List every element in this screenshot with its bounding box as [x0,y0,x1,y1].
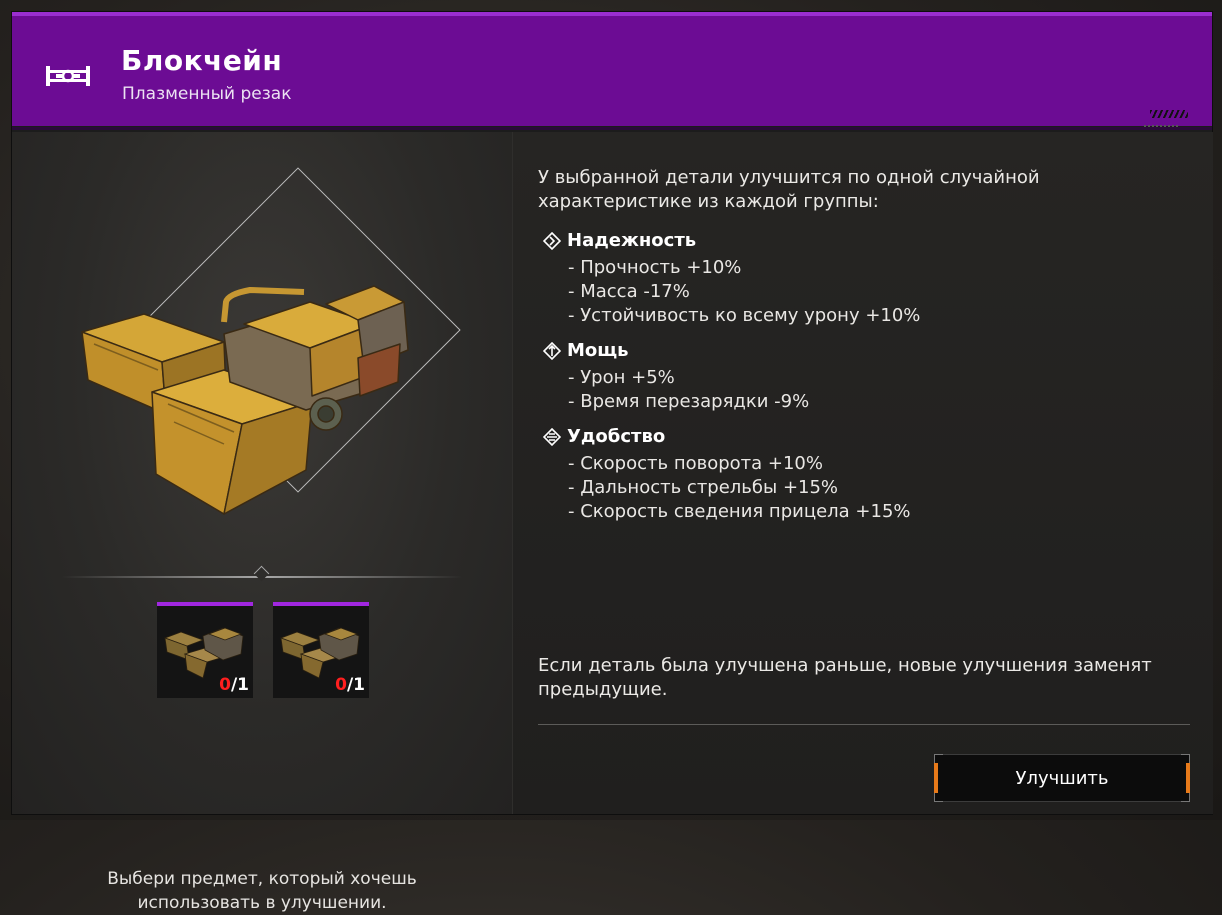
upgrade-intro-line: У выбранной детали улучшится по одной сл… [538,167,1040,188]
stat-line: - Урон +5% [568,367,675,388]
upgrade-note: Если деталь была улучшена раньше, новые … [538,654,1178,702]
slot-required-count: 1 [353,675,365,695]
weapon-cutter-icon [46,66,90,86]
button-corner [1181,793,1190,802]
preview-divider-notch [253,565,270,582]
button-corner [934,793,943,802]
header-hatch-decoration [1150,110,1188,118]
selection-hint-line: использовать в улучшении. [137,893,387,913]
upgrade-note-line: предыдущие. [538,679,668,700]
material-slot-2[interactable]: 0/1 [273,602,369,698]
power-icon [543,341,561,360]
selection-hint: Выбери предмет, который хочешь использов… [62,867,462,915]
item-header: Блокчейн Плазменный резак [12,12,1212,130]
action-divider [538,724,1190,725]
group-convenience: Удобство [543,426,665,447]
material-thumbnail [163,627,244,679]
upgrade-info-panel: У выбранной детали улучшится по одной сл… [512,132,1213,814]
plasma-cutter-image [81,285,409,515]
upgrade-intro: У выбранной детали улучшится по одной сл… [538,166,1158,214]
stat-line: - Скорость сведения прицела +15% [568,501,911,522]
group-power: Мощь [543,340,629,361]
stat-line: - Масса -17% [568,281,690,302]
header-dots-decoration [1144,125,1180,127]
material-thumbnail [279,627,360,679]
slot-current-count: 0 [219,675,231,695]
upgrade-button[interactable]: Улучшить [934,754,1190,802]
reliability-icon [543,231,561,250]
material-slot-1[interactable]: 0/1 [157,602,253,698]
stat-line: - Время перезарядки -9% [568,391,810,412]
stat-line: - Устойчивость ко всему урону +10% [568,305,921,326]
item-preview-panel: 0/1 0/1 Выбери предмет, который хочешь и… [12,132,512,913]
item-subtitle: Плазменный резак [122,84,292,104]
upgrade-window: Блокчейн Плазменный резак 0/1 0/1 Выбери… [12,12,1213,913]
item-title: Блокчейн [121,44,283,77]
button-accent-left [934,763,938,793]
slot-count: 0/1 [335,675,365,695]
upgrade-intro-line: характеристике из каждой группы: [538,191,879,212]
slot-count: 0/1 [219,675,249,695]
slot-required-count: 1 [237,675,249,695]
selection-hint-line: Выбери предмет, который хочешь [107,869,417,889]
upgrade-note-line: Если деталь была улучшена раньше, новые … [538,655,1152,676]
stat-line: - Дальность стрельбы +15% [568,477,839,498]
upgrade-button-label: Улучшить [1015,767,1109,789]
group-title: Удобство [567,426,666,447]
stat-line: - Скорость поворота +10% [568,453,823,474]
stat-line: - Прочность +10% [568,257,742,278]
slot-current-count: 0 [335,675,347,695]
button-corner [934,754,943,763]
group-title: Надежность [567,230,697,251]
button-accent-right [1186,763,1190,793]
group-reliability: Надежность [543,230,696,251]
group-title: Мощь [567,340,629,361]
button-corner [1181,754,1190,763]
header-divider [12,127,1212,130]
convenience-icon [543,427,561,446]
